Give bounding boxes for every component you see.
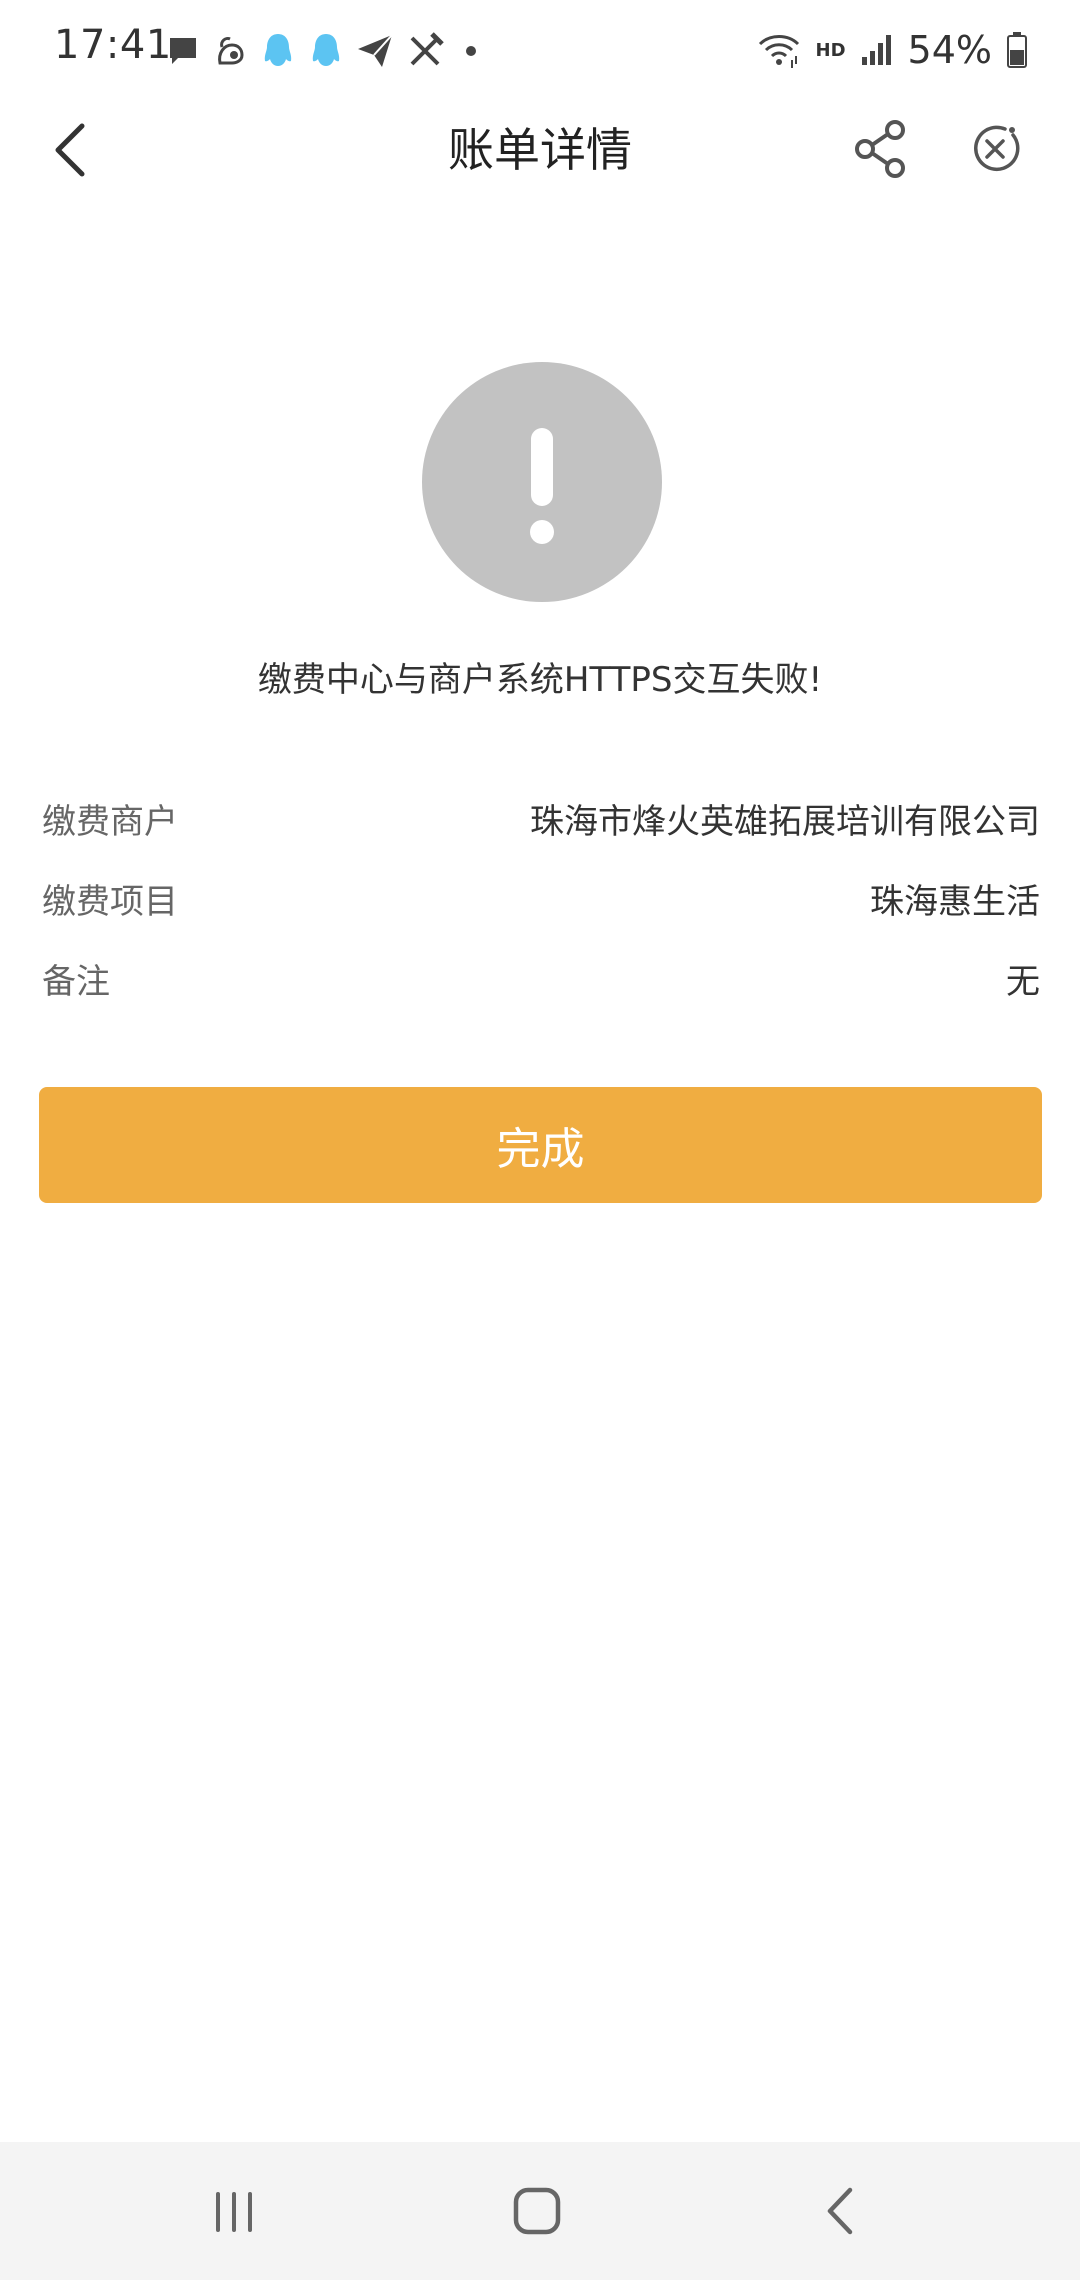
recent-apps-icon[interactable] (212, 2192, 256, 2232)
dot-icon (466, 46, 476, 56)
detail-label: 缴费项目 (42, 881, 178, 922)
paper-plane-icon (358, 34, 393, 67)
detail-row-remark: 备注 无 (42, 938, 1040, 1018)
bill-detail-screen: 17:41 HD 54% 账单详情 缴费中心与商户系统HTTPS交互失败! 缴费… (0, 0, 1080, 2280)
network-type-label: HD (815, 39, 846, 61)
close-button[interactable] (960, 114, 1030, 184)
message-icon (170, 38, 196, 64)
battery-icon (1007, 32, 1027, 68)
bill-detail-list: 缴费商户 珠海市烽火英雄拓展培训有限公司 缴费项目 珠海惠生活 备注 无 (42, 778, 1040, 1018)
status-bar: 17:41 HD 54% (0, 0, 1080, 100)
detail-label: 缴费商户 (42, 801, 178, 842)
result-message: 缴费中心与商户系统HTTPS交互失败! (257, 660, 823, 700)
detail-value: 珠海市烽火英雄拓展培训有限公司 (530, 801, 1040, 842)
system-back-icon[interactable] (820, 2186, 860, 2236)
notification-icons (166, 30, 486, 72)
signal-icon (861, 35, 891, 65)
home-icon[interactable] (512, 2186, 562, 2236)
warning-icon (422, 362, 662, 602)
system-status-icons: HD 54% (756, 24, 1028, 76)
detail-row-item: 缴费项目 珠海惠生活 (42, 858, 1040, 938)
chevron-left-icon (55, 123, 85, 177)
share-button[interactable] (846, 114, 916, 184)
top-navigation: 账单详情 (0, 100, 1080, 200)
detail-value: 无 (1006, 961, 1040, 1002)
done-button[interactable]: 完成 (39, 1087, 1042, 1203)
close-circle-icon (974, 125, 1020, 171)
detail-row-merchant: 缴费商户 珠海市烽火英雄拓展培训有限公司 (42, 778, 1040, 858)
detail-value: 珠海惠生活 (870, 881, 1040, 922)
qq-icon (264, 34, 292, 66)
squirrel-app-icon (218, 37, 244, 65)
back-button[interactable] (38, 118, 102, 182)
status-time: 17:41 (54, 22, 172, 68)
system-navigation-bar (0, 2142, 1080, 2280)
wifi-icon (758, 35, 799, 68)
battery-percent: 54% (907, 28, 992, 72)
page-title: 账单详情 (448, 123, 632, 177)
share-icon (855, 120, 905, 178)
qq-icon (312, 34, 340, 66)
detail-label: 备注 (42, 961, 110, 1002)
crossed-tools-icon (410, 32, 444, 66)
